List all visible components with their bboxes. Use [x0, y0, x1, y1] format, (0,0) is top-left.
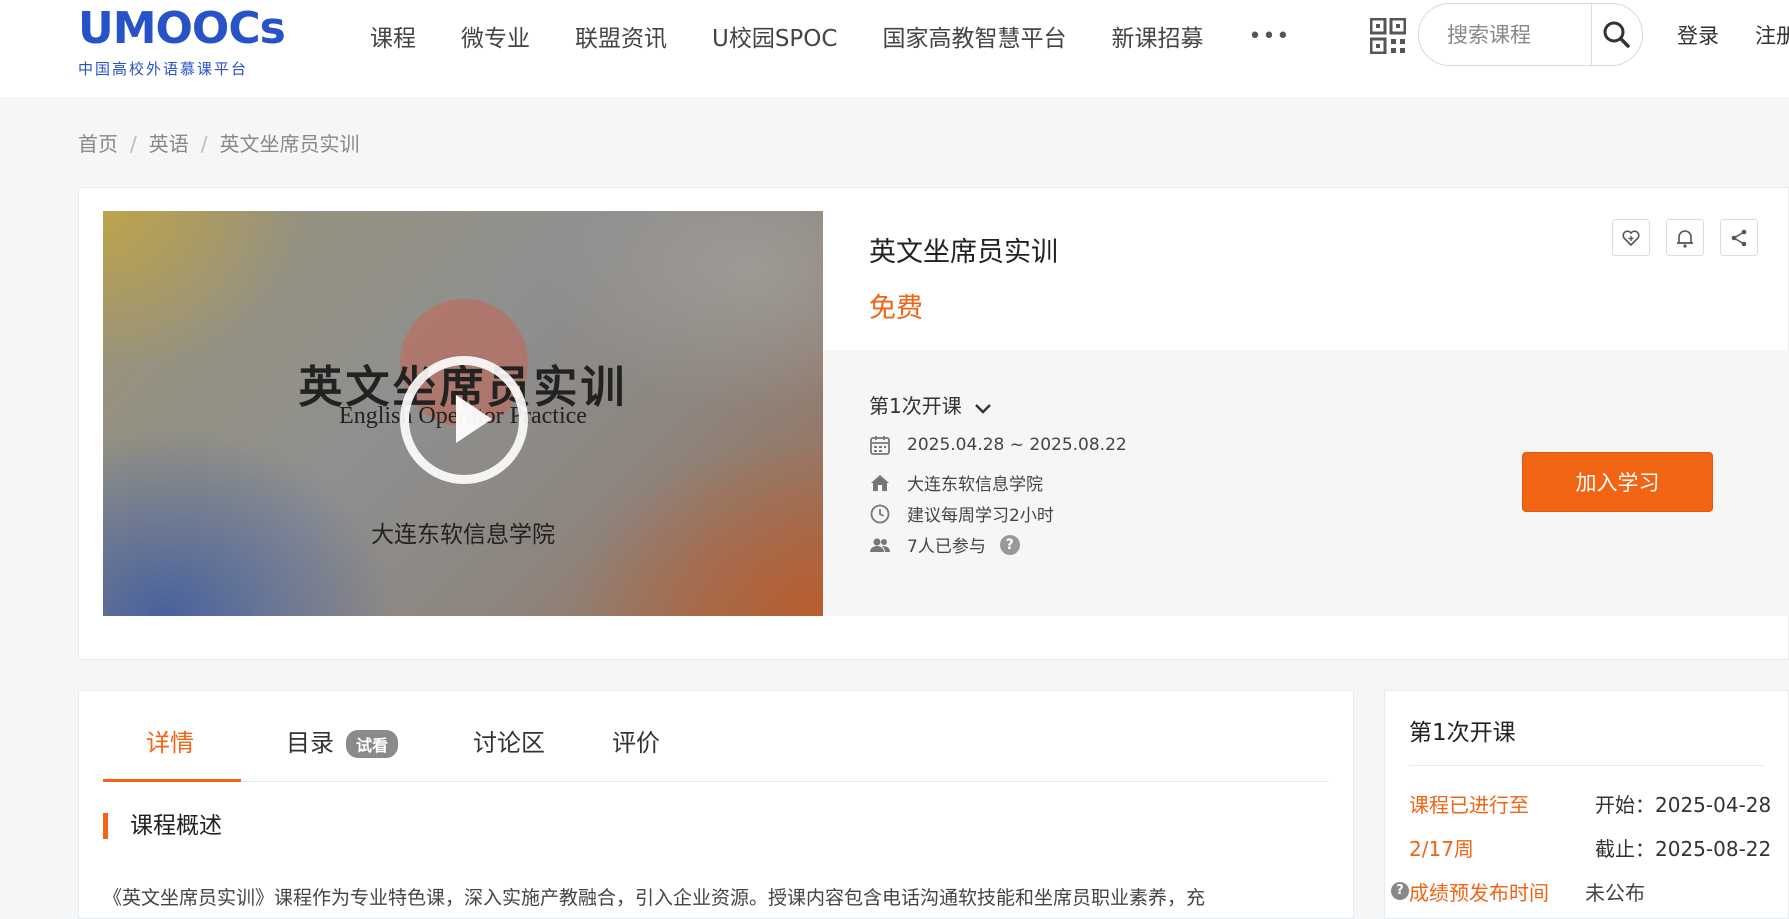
search-box — [1418, 3, 1643, 66]
course-dates: 2025.04.28 ~ 2025.08.22 — [907, 435, 1127, 455]
users-icon — [870, 538, 891, 552]
course-progress-week: 2/17周 — [1409, 837, 1474, 861]
session-label: 第1次开课 — [869, 394, 962, 418]
chevron-down-icon — [974, 396, 992, 420]
weekly-hours: 建议每周学习2小时 — [907, 506, 1054, 526]
help-icon[interactable]: ? — [999, 534, 1020, 555]
nav-item-new-course-recruit[interactable]: 新课招募 — [1111, 19, 1203, 53]
section-title-overview: 课程概述 — [103, 813, 222, 839]
breadcrumb-home[interactable]: 首页 — [78, 132, 118, 156]
breadcrumb-current: 英文坐席员实训 — [219, 132, 360, 156]
meta-school: 大连东软信息学院 — [869, 470, 1043, 495]
course-progress-label: 课程已进行至 — [1409, 793, 1529, 817]
help-icon[interactable]: ? — [1391, 882, 1409, 900]
tab-catalog-label: 目录 — [286, 729, 334, 757]
session-selector[interactable]: 第1次开课 — [869, 390, 992, 420]
session-info-panel: 第1次开课 2025.04.28 ~ 2025.08.22 大连东软信息学院 建… — [823, 350, 1789, 616]
bell-icon[interactable] — [1666, 219, 1704, 256]
breadcrumb: 首页 / 英语 / 英文坐席员实训 — [78, 128, 360, 157]
grade-release-value: 未公布 — [1585, 881, 1645, 905]
meta-participants: 7人已参与 ? — [869, 532, 1020, 557]
breadcrumb-separator: / — [130, 132, 137, 156]
main-nav: 课程 微专业 联盟资讯 U校园SPOC 国家高教智慧平台 新课招募 ••• — [370, 14, 1290, 58]
qr-code-icon[interactable] — [1369, 17, 1407, 55]
course-price: 免费 — [869, 293, 923, 324]
tab-details[interactable]: 详情 — [146, 723, 194, 758]
course-intro-text: 《英文坐席员实训》课程作为专业特色课，深入实施产教融合，引入企业资源。授课内容包… — [103, 887, 1206, 909]
search-divider — [1591, 4, 1592, 65]
calendar-icon — [870, 436, 890, 455]
nav-item-courses[interactable]: 课程 — [370, 19, 416, 53]
like-icon[interactable] — [1612, 219, 1650, 256]
course-school: 大连东软信息学院 — [907, 475, 1043, 495]
active-tab-indicator — [103, 779, 241, 782]
top-header: UMOOCs 中国高校外语慕课平台 课程 微专业 联盟资讯 U校园SPOC 国家… — [0, 0, 1789, 97]
search-icon[interactable] — [1597, 17, 1637, 53]
side-session-title: 第1次开课 — [1409, 720, 1516, 746]
session-end-date: 截止：2025-08-22 — [1595, 837, 1772, 861]
grade-release-label: 成绩预发布时间 — [1409, 881, 1549, 905]
nav-item-micro-major[interactable]: 微专业 — [461, 19, 530, 53]
course-title: 英文坐席员实训 — [869, 237, 1058, 268]
breadcrumb-separator: / — [200, 132, 208, 156]
logo-wordmark: UMOOCs — [78, 3, 286, 54]
home-icon — [871, 474, 889, 491]
logo-subtitle: 中国高校外语慕课平台 — [78, 60, 249, 78]
join-course-button[interactable]: 加入学习 — [1522, 452, 1713, 512]
play-triangle-icon — [456, 395, 492, 443]
participants-count: 7人已参与 — [907, 537, 986, 557]
meta-dates: 2025.04.28 ~ 2025.08.22 — [869, 434, 1127, 456]
session-start-date: 开始：2025-04-28 — [1595, 793, 1772, 817]
trial-badge: 试看 — [346, 730, 399, 758]
login-link[interactable]: 登录 — [1677, 20, 1719, 50]
course-card: 英文坐席员实训 English Operator Practice 大连东软信息… — [78, 187, 1789, 660]
tab-catalog[interactable]: 目录 试看 — [286, 723, 399, 758]
breadcrumb-category[interactable]: 英语 — [149, 132, 189, 156]
course-detail-panel: 详情 目录 试看 讨论区 评价 课程概述 《英文坐席员实训》课程作为专业特色课，深… — [78, 690, 1354, 919]
course-actions — [1612, 219, 1774, 256]
share-icon[interactable] — [1720, 219, 1758, 256]
nav-item-alliance-news[interactable]: 联盟资讯 — [575, 19, 667, 53]
site-logo[interactable]: UMOOCs 中国高校外语慕课平台 — [78, 4, 286, 79]
more-menu-icon[interactable]: ••• — [1248, 24, 1290, 49]
register-link[interactable]: 注册 — [1755, 20, 1789, 50]
clock-icon — [870, 504, 890, 523]
tab-discussion[interactable]: 讨论区 — [473, 723, 545, 758]
meta-weekly-hours: 建议每周学习2小时 — [869, 501, 1054, 526]
search-input[interactable] — [1447, 20, 1577, 50]
nav-item-u-campus-spoc[interactable]: U校园SPOC — [712, 19, 837, 53]
session-side-card: 第1次开课 课程已进行至 2/17周 开始：2025-04-28 截止：2025… — [1384, 690, 1789, 919]
nav-item-national-platform[interactable]: 国家高教智慧平台 — [882, 19, 1066, 53]
cover-school: 大连东软信息学院 — [371, 522, 555, 548]
course-cover-video[interactable]: 英文坐席员实训 English Operator Practice 大连东软信息… — [103, 211, 823, 616]
tab-bar: 详情 目录 试看 讨论区 评价 — [103, 691, 1329, 782]
tab-reviews[interactable]: 评价 — [612, 723, 660, 758]
side-divider — [1409, 765, 1765, 766]
